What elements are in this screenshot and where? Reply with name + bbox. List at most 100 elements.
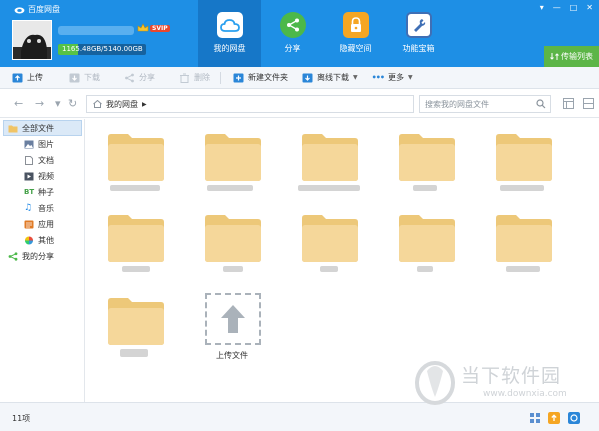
download-button[interactable]: 下载 xyxy=(69,67,100,89)
file-name-blurred xyxy=(223,266,243,272)
tab-share[interactable]: 分享 xyxy=(261,0,324,67)
upload-status-icon[interactable] xyxy=(548,412,560,424)
video-icon xyxy=(24,172,34,180)
breadcrumb-my-disk[interactable]: 我的网盘 xyxy=(106,99,138,110)
sidebar-item-images[interactable]: 图片 xyxy=(0,136,84,152)
sidebar-item-music[interactable]: ♫ 音乐 xyxy=(0,200,84,216)
sidebar-item-label: 我的分享 xyxy=(22,251,54,261)
upload-arrow-icon xyxy=(221,305,245,333)
image-icon xyxy=(24,140,34,148)
sidebar-item-my-share[interactable]: 我的分享 xyxy=(0,248,84,264)
folder-item[interactable] xyxy=(488,204,558,276)
home-icon xyxy=(93,100,102,108)
more-dots-icon: ••• xyxy=(371,73,385,82)
upload-drop-zone[interactable] xyxy=(205,293,261,345)
folder-icon xyxy=(205,134,261,181)
new-folder-button[interactable]: 新建文件夹 xyxy=(233,67,288,89)
list-view-icon[interactable] xyxy=(563,98,574,109)
folder-icon xyxy=(399,134,455,181)
back-arrow-icon[interactable]: ← xyxy=(14,97,23,110)
folder-item[interactable] xyxy=(294,204,364,276)
folder-item[interactable] xyxy=(100,123,170,195)
folder-item[interactable] xyxy=(100,287,170,359)
tab-toolbox[interactable]: 功能宝箱 xyxy=(387,0,450,67)
window-controls: ▾ — □ ✕ xyxy=(540,3,593,12)
username-blurred xyxy=(58,26,134,35)
app-title-text: 百度网盘 xyxy=(28,5,60,14)
grid-view-icon[interactable] xyxy=(583,98,594,109)
search-input[interactable]: 搜索我的网盘文件 xyxy=(419,95,551,113)
grid-apps-icon[interactable] xyxy=(529,412,541,424)
sidebar-item-label: 全部文件 xyxy=(22,123,54,133)
minimize-button[interactable]: — xyxy=(553,3,561,12)
watermark: 当下软件园 www.downxia.com xyxy=(413,357,593,407)
sidebar-item-label: 音乐 xyxy=(38,203,54,213)
document-icon xyxy=(25,155,33,165)
new-folder-label: 新建文件夹 xyxy=(248,73,288,82)
more-button[interactable]: ••• 更多 ▼ xyxy=(372,67,413,89)
tab-my-disk-label: 我的网盘 xyxy=(213,44,246,53)
toolbar: 上传 下载 分享 删除 新建文件夹 离线下载 ▼ ••• 更多 ▼ xyxy=(0,67,599,89)
folder-item[interactable] xyxy=(197,123,267,195)
transfer-list-button[interactable]: 传输列表 xyxy=(544,46,599,67)
cloud-icon xyxy=(216,12,243,38)
share-toolbar-button[interactable]: 分享 xyxy=(124,67,155,89)
delete-button[interactable]: 删除 xyxy=(179,67,210,89)
sync-status-icon[interactable] xyxy=(568,412,580,424)
tab-toolbox-label: 功能宝箱 xyxy=(402,44,435,53)
avatar[interactable] xyxy=(12,20,52,60)
folder-icon xyxy=(302,215,358,262)
watermark-logo-icon xyxy=(415,361,455,405)
folder-item[interactable] xyxy=(488,123,558,195)
maximize-button[interactable]: □ xyxy=(570,3,578,12)
sidebar-item-label: 视频 xyxy=(38,171,54,181)
app-title: 百度网盘 xyxy=(14,4,60,15)
svip-badge[interactable]: SVIP xyxy=(137,23,170,33)
search-placeholder: 搜索我的网盘文件 xyxy=(425,99,489,109)
folder-item[interactable] xyxy=(100,204,170,276)
folder-icon xyxy=(302,134,358,181)
sidebar-item-documents[interactable]: 文档 xyxy=(0,152,84,168)
item-count: 11项 xyxy=(12,414,31,423)
new-folder-icon xyxy=(233,73,244,82)
lock-icon xyxy=(342,12,369,38)
storage-quota-text: 1165.48GB/5140.00GB xyxy=(62,45,143,53)
file-name-blurred xyxy=(122,266,150,272)
upload-icon xyxy=(12,73,23,82)
folder-item[interactable] xyxy=(391,123,461,195)
tab-hidden-space[interactable]: 隐藏空间 xyxy=(324,0,387,67)
sidebar-item-label: 图片 xyxy=(38,139,54,149)
app-icon xyxy=(24,220,34,228)
folder-icon xyxy=(108,215,164,262)
folder-item[interactable] xyxy=(197,204,267,276)
refresh-icon[interactable]: ↻ xyxy=(68,97,77,110)
close-button[interactable]: ✕ xyxy=(586,3,593,12)
folder-icon xyxy=(496,215,552,262)
forward-arrow-icon[interactable]: → xyxy=(35,97,44,110)
delete-label: 删除 xyxy=(194,73,210,82)
file-name-blurred xyxy=(298,185,360,191)
upload-button[interactable]: 上传 xyxy=(12,67,43,89)
bt-icon: BT xyxy=(24,187,35,196)
sidebar-item-other[interactable]: 其他 xyxy=(0,232,84,248)
breadcrumb[interactable]: 我的网盘 ▶ xyxy=(86,95,414,113)
folder-item[interactable] xyxy=(294,123,364,195)
sidebar-item-torrents[interactable]: BT 种子 xyxy=(0,184,84,200)
menu-dropdown-button[interactable]: ▾ xyxy=(540,3,544,12)
sidebar-item-label: 其他 xyxy=(38,235,54,245)
chevron-down-icon[interactable]: ▾ xyxy=(55,97,61,110)
sidebar-item-label: 种子 xyxy=(38,187,54,197)
offline-download-button[interactable]: 离线下载 ▼ xyxy=(302,67,358,89)
file-name-blurred xyxy=(207,185,253,191)
folder-icon xyxy=(496,134,552,181)
sidebar-item-videos[interactable]: 视频 xyxy=(0,168,84,184)
trash-icon xyxy=(180,73,189,83)
sidebar-item-all-files[interactable]: 全部文件 xyxy=(3,120,82,136)
toolbar-separator xyxy=(220,71,221,84)
search-icon[interactable] xyxy=(536,99,546,109)
upload-file-tile[interactable]: 上传文件 xyxy=(197,287,267,360)
tab-my-disk[interactable]: 我的网盘 xyxy=(198,0,261,67)
chevron-down-icon: ▼ xyxy=(353,74,358,81)
sidebar-item-apps[interactable]: 应用 xyxy=(0,216,84,232)
folder-item[interactable] xyxy=(391,204,461,276)
